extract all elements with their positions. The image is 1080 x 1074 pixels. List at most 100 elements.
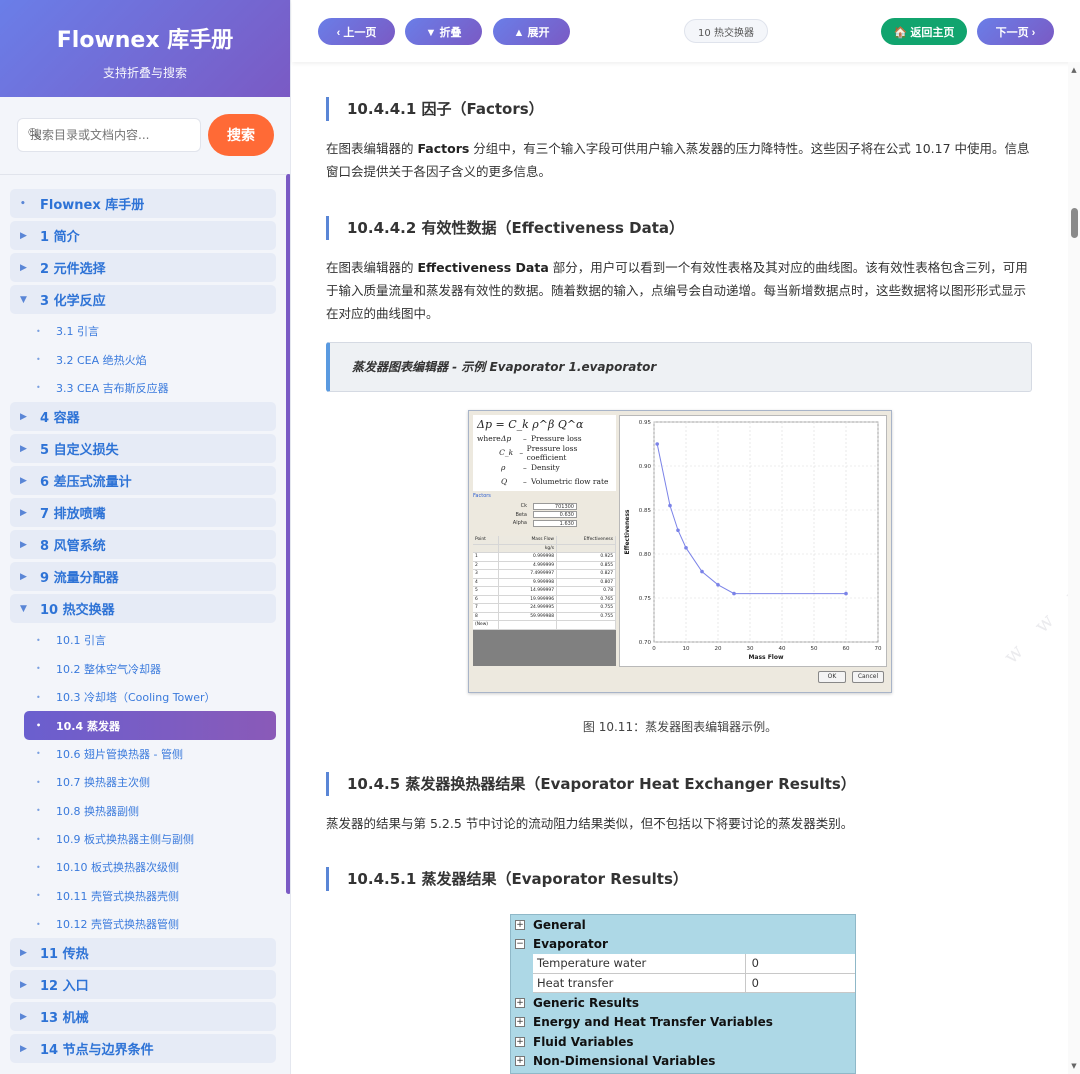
- grid-cell[interactable]: 7: [473, 604, 499, 612]
- expand-button[interactable]: ▲ 展开: [493, 18, 570, 45]
- page-scrollbar[interactable]: ▲ ▼: [1068, 62, 1080, 1074]
- grid-cell[interactable]: 9.999998: [499, 578, 557, 586]
- toc-item[interactable]: ▶ 2 元件选择: [10, 253, 276, 282]
- next-page-button[interactable]: 下一页 ›: [977, 18, 1054, 45]
- property-group[interactable]: + Energy and Heat Transfer Variables: [511, 1013, 855, 1033]
- toc-item[interactable]: • Flownex 库手册: [10, 189, 276, 218]
- expand-icon[interactable]: +: [515, 1036, 525, 1047]
- grid-cell[interactable]: 3: [473, 570, 499, 578]
- grid-cell[interactable]: 0.807: [557, 578, 616, 586]
- toc-subitem[interactable]: • 3.2 CEA 绝热火焰: [10, 345, 276, 373]
- grid-cell[interactable]: 0.78: [557, 587, 616, 595]
- property-row[interactable]: Heat transfer 0: [511, 973, 855, 993]
- grid-cell[interactable]: 2: [473, 561, 499, 569]
- toc-item[interactable]: ▶ 4 容器: [10, 402, 276, 432]
- toc-item[interactable]: ▼ 3 化学反应: [10, 285, 276, 314]
- grid-cell[interactable]: 5: [473, 587, 499, 595]
- toc-item[interactable]: ▶ 1 简介: [10, 221, 276, 250]
- toc-subitem[interactable]: • 3.3 CEA 吉布斯反应器: [10, 374, 276, 402]
- sidebar-scrollbar[interactable]: [286, 174, 290, 894]
- grid-cell[interactable]: 4.999999: [499, 561, 557, 569]
- factor-value-input[interactable]: 0.630: [533, 511, 577, 519]
- toc-item[interactable]: ▼ 10 热交换器: [10, 594, 276, 624]
- grid-cell[interactable]: 0.827: [557, 570, 616, 578]
- toc-item[interactable]: ▶ 8 风管系统: [10, 530, 276, 560]
- expand-icon[interactable]: +: [515, 1056, 525, 1067]
- grid-cell[interactable]: 0.999998: [499, 553, 557, 561]
- ok-button[interactable]: OK: [818, 671, 846, 683]
- table-row[interactable]: 8 59.999988 0.755: [473, 612, 616, 621]
- cancel-button[interactable]: Cancel: [852, 671, 884, 683]
- table-row[interactable]: (New): [473, 621, 616, 630]
- grid-cell[interactable]: 7.4999997: [499, 570, 557, 578]
- property-value[interactable]: 0: [745, 973, 855, 993]
- property-group[interactable]: − Evaporator: [511, 935, 855, 955]
- toc-subitem[interactable]: • 10.7 换热器主次侧: [10, 768, 276, 796]
- expand-icon[interactable]: +: [515, 997, 525, 1008]
- table-row[interactable]: 3 7.4999997 0.827: [473, 570, 616, 579]
- collapse-icon[interactable]: −: [515, 939, 525, 950]
- prev-page-button[interactable]: ‹ 上一页: [318, 18, 395, 45]
- grid-cell[interactable]: 6: [473, 595, 499, 603]
- toc-item[interactable]: ▶ 12 入口: [10, 970, 276, 1000]
- property-group[interactable]: + Generic Results: [511, 993, 855, 1013]
- toc-item[interactable]: ▶ 9 流量分配器: [10, 562, 276, 592]
- toc-subitem[interactable]: • 10.8 换热器副侧: [10, 797, 276, 825]
- search-button[interactable]: 搜索: [208, 114, 274, 156]
- toc-subitem[interactable]: • 10.12 壳管式换热器管侧: [10, 910, 276, 938]
- toc-subitem[interactable]: • 10.11 壳管式换热器壳侧: [10, 882, 276, 910]
- scrollbar-thumb[interactable]: [1071, 208, 1078, 238]
- unit-select[interactable]: kg/s: [499, 544, 557, 552]
- grid-cell[interactable]: (New): [473, 621, 499, 629]
- toc-item[interactable]: ▶ 11 传热: [10, 938, 276, 968]
- property-value[interactable]: 0: [745, 954, 855, 974]
- property-group[interactable]: + Fluid Variables: [511, 1032, 855, 1052]
- table-row[interactable]: 6 19.999996 0.765: [473, 595, 616, 604]
- property-group[interactable]: + Non-Dimensional Variables: [511, 1052, 855, 1072]
- toc-item[interactable]: ▶ 7 排放喷嘴: [10, 498, 276, 528]
- toc-item[interactable]: ▶ 14 节点与边界条件: [10, 1034, 276, 1064]
- table-row[interactable]: 5 14.999997 0.78: [473, 587, 616, 596]
- grid-cell[interactable]: 0.755: [557, 604, 616, 612]
- toc-subitem[interactable]: • 10.6 翅片管换热器 - 管侧: [10, 740, 276, 768]
- collapse-button[interactable]: ▼ 折叠: [405, 18, 482, 45]
- grid-cell[interactable]: [499, 621, 557, 629]
- toc-label: Flownex 库手册: [40, 198, 145, 213]
- grid-cell[interactable]: 24.999995: [499, 604, 557, 612]
- toc-subitem-active[interactable]: • 10.4 蒸发器: [24, 711, 276, 740]
- grid-cell[interactable]: 0.765: [557, 595, 616, 603]
- toc-subitem[interactable]: • 10.9 板式换热器主侧与副侧: [10, 825, 276, 853]
- scroll-down-icon[interactable]: ▼: [1070, 1062, 1078, 1070]
- grid-cell[interactable]: 8: [473, 612, 499, 620]
- factor-value-input[interactable]: 1.630: [533, 519, 577, 527]
- grid-cell[interactable]: 14.999997: [499, 587, 557, 595]
- property-row[interactable]: Temperature water 0: [511, 954, 855, 974]
- table-row[interactable]: 2 4.999999 0.855: [473, 561, 616, 570]
- toc-item[interactable]: ▶ 5 自定义损失: [10, 434, 276, 464]
- toc-subitem[interactable]: • 3.1 引言: [10, 317, 276, 345]
- factor-value-input[interactable]: 701300: [533, 502, 577, 510]
- toc-item[interactable]: ▶ 13 机械: [10, 1002, 276, 1032]
- table-row[interactable]: 1 0.999998 0.925: [473, 553, 616, 562]
- table-row[interactable]: 4 9.999998 0.807: [473, 578, 616, 587]
- property-group[interactable]: + General: [511, 915, 855, 935]
- toc-subitem[interactable]: • 10.10 板式换热器次级侧: [10, 853, 276, 881]
- home-button[interactable]: 🏠 返回主页: [881, 18, 967, 45]
- expand-icon[interactable]: +: [515, 919, 525, 930]
- toc-item[interactable]: ▶ 6 差压式流量计: [10, 466, 276, 496]
- toc-subitem[interactable]: • 10.2 整体空气冷却器: [10, 655, 276, 683]
- grid-cell[interactable]: 0.925: [557, 553, 616, 561]
- grid-cell[interactable]: [557, 621, 616, 629]
- grid-cell[interactable]: 4: [473, 578, 499, 586]
- grid-cell[interactable]: 1: [473, 553, 499, 561]
- scroll-up-icon[interactable]: ▲: [1070, 66, 1078, 74]
- toc-subitem[interactable]: • 10.3 冷却塔（Cooling Tower）: [10, 683, 276, 711]
- table-row[interactable]: 7 24.999995 0.755: [473, 604, 616, 613]
- grid-cell[interactable]: 19.999996: [499, 595, 557, 603]
- toc-subitem[interactable]: • 10.1 引言: [10, 626, 276, 654]
- grid-cell[interactable]: 0.755: [557, 612, 616, 620]
- grid-cell[interactable]: 59.999988: [499, 612, 557, 620]
- search-input[interactable]: [17, 118, 201, 152]
- expand-icon[interactable]: +: [515, 1017, 525, 1028]
- grid-cell[interactable]: 0.855: [557, 561, 616, 569]
